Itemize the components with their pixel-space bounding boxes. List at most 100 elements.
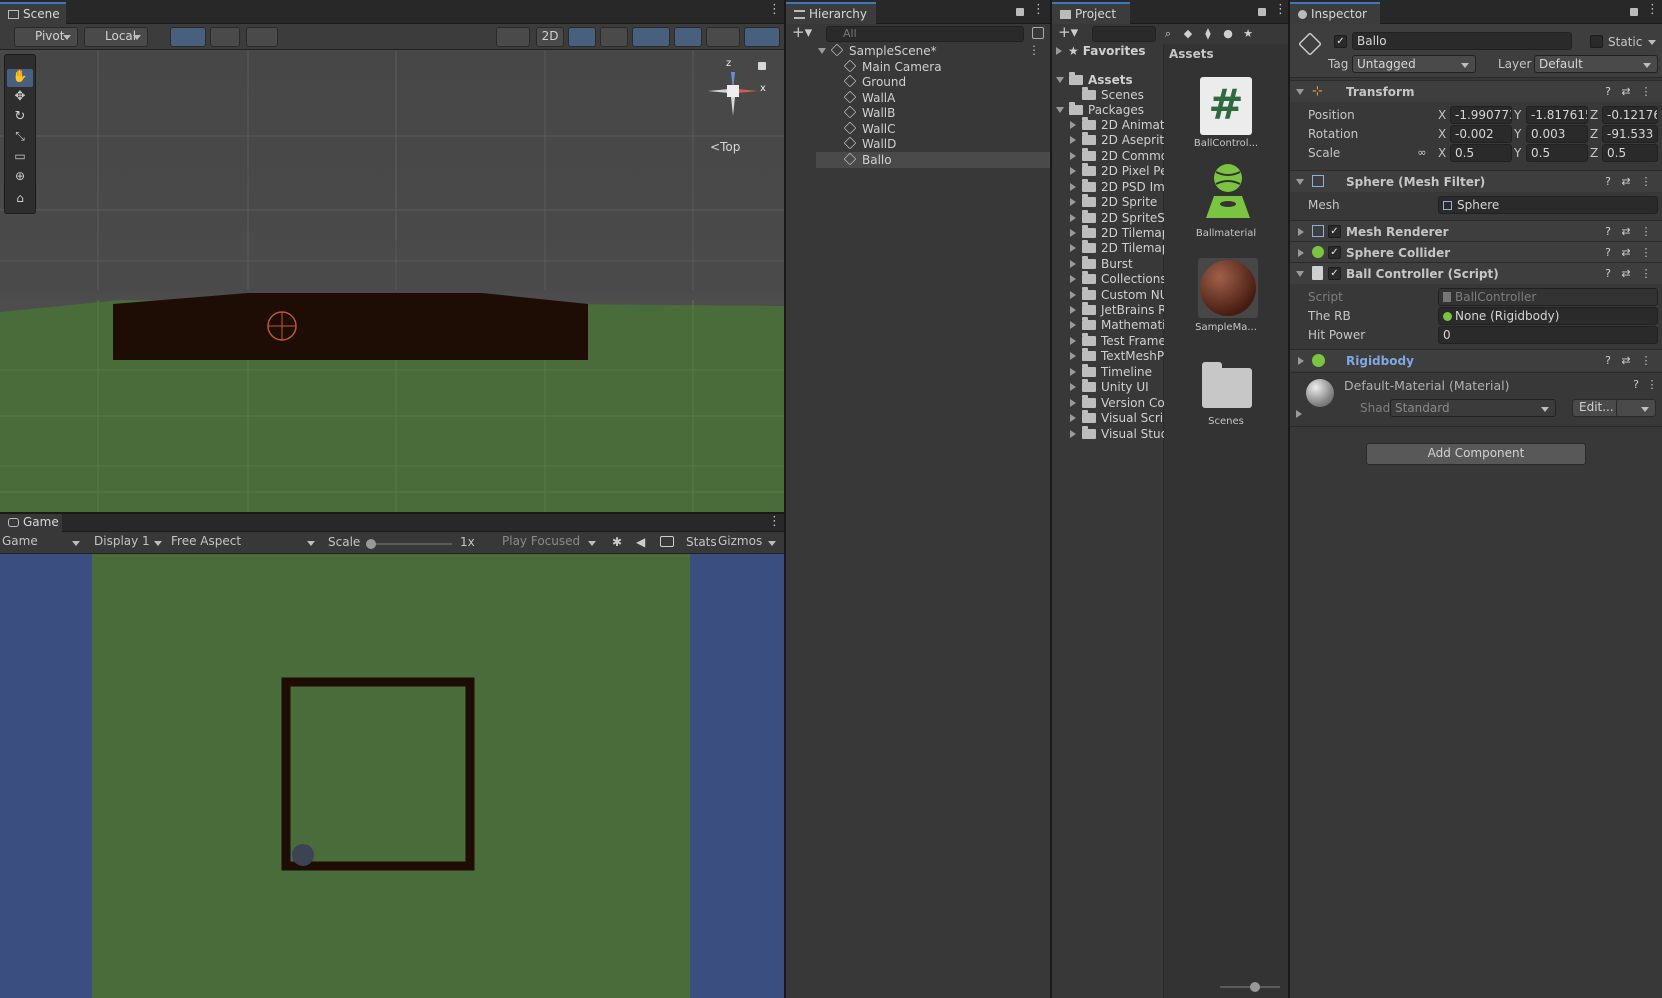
effects-toggle-button[interactable]	[632, 27, 670, 47]
collapse-arrow-icon[interactable]	[1298, 357, 1304, 365]
package-row[interactable]: TextMeshPr	[1070, 348, 1169, 365]
move-tool-button[interactable]: ✥	[7, 89, 33, 107]
game-menu-icon[interactable]: ⋮	[768, 515, 781, 532]
lighting-toggle-button[interactable]	[568, 27, 596, 47]
collapse-arrow-icon[interactable]	[1070, 383, 1076, 391]
rotate-tool-button[interactable]: ↻	[7, 109, 33, 127]
mesh-renderer-header[interactable]: ✓ Mesh Renderer ? ⇄ ⋮	[1290, 220, 1662, 242]
icon-size-slider[interactable]	[1220, 982, 1280, 992]
help-icon[interactable]: ?	[1602, 226, 1614, 238]
icon-size-slider-handle[interactable]	[1250, 982, 1260, 992]
rect-tool-button[interactable]: ▭	[7, 149, 33, 167]
collapse-arrow-icon[interactable]	[1070, 229, 1076, 237]
gizmos-toggle-button[interactable]	[744, 27, 780, 47]
collapse-arrow-icon[interactable]	[1070, 321, 1076, 329]
collapse-arrow-icon[interactable]	[1070, 244, 1076, 252]
collapse-arrow-icon[interactable]	[1070, 167, 1076, 175]
add-component-button[interactable]: Add Component	[1366, 443, 1586, 465]
active-checkbox[interactable]: ✓	[1334, 35, 1347, 48]
sphere-collider-enabled-checkbox[interactable]: ✓	[1328, 246, 1341, 259]
position-z-field[interactable]: -0.121769	[1602, 106, 1658, 124]
preset-icon[interactable]: ⇄	[1620, 226, 1632, 238]
ball-controller-enabled-checkbox[interactable]: ✓	[1328, 267, 1341, 280]
increment-snap-button[interactable]	[246, 27, 278, 47]
gizmos-dropdown[interactable]: Gizmos	[718, 534, 782, 552]
favorites-row[interactable]: ★ Favorites	[1056, 44, 1145, 60]
component-menu-icon[interactable]: ⋮	[1640, 355, 1652, 367]
component-menu-icon[interactable]: ⋮	[1640, 226, 1652, 238]
keyboard-icon[interactable]	[660, 536, 674, 547]
component-menu-icon[interactable]: ⋮	[1646, 379, 1658, 391]
grid-item-ballmaterial[interactable]: Ballmaterial	[1164, 162, 1288, 262]
tab-hierarchy[interactable]: Hierarchy	[786, 2, 876, 24]
hierarchy-scene-row[interactable]: SampleScene* ⋮	[818, 43, 1050, 60]
help-icon[interactable]: ?	[1602, 86, 1614, 98]
package-row[interactable]: Collections	[1070, 271, 1167, 288]
hand-tool-button[interactable]: ✋	[7, 69, 33, 87]
collapse-arrow-icon[interactable]	[1070, 414, 1076, 422]
stats-button[interactable]: Stats	[686, 535, 717, 549]
preset-icon[interactable]: ⇄	[1620, 247, 1632, 259]
collapse-arrow-icon[interactable]	[1070, 368, 1076, 376]
hierarchy-menu-icon[interactable]: ⋮	[1032, 3, 1045, 20]
project-search-input[interactable]	[1092, 26, 1156, 42]
play-focused-dropdown[interactable]: Play Focused	[502, 534, 602, 552]
bug-icon[interactable]: ✱	[612, 535, 626, 549]
preset-icon[interactable]: ⇄	[1620, 268, 1632, 280]
hierarchy-add-button[interactable]: +▾	[792, 25, 818, 41]
package-row[interactable]: Unity UI	[1070, 379, 1149, 396]
mesh-renderer-enabled-checkbox[interactable]: ✓	[1328, 225, 1341, 238]
tab-game[interactable]: Game	[0, 514, 62, 532]
collapse-arrow-icon[interactable]	[1070, 430, 1076, 438]
tag-dropdown[interactable]: Untagged	[1352, 55, 1476, 73]
hierarchy-item-wallc[interactable]: WallC	[843, 121, 896, 138]
expand-arrow-icon[interactable]	[818, 48, 826, 54]
audio-mute-icon[interactable]: ◀	[636, 535, 650, 549]
game-viewport[interactable]	[0, 554, 784, 998]
grid-item-scenes[interactable]: Scenes	[1164, 350, 1288, 450]
sphere-collider-header[interactable]: ✓ Sphere Collider ? ⇄ ⋮	[1290, 241, 1662, 263]
component-menu-icon[interactable]: ⋮	[1640, 86, 1652, 98]
transform-tool-button[interactable]: ⊕	[7, 169, 33, 187]
help-icon[interactable]: ?	[1630, 379, 1642, 391]
rotation-x-field[interactable]: -0.002	[1450, 125, 1512, 143]
scale-y-field[interactable]: 0.5	[1526, 144, 1588, 162]
hierarchy-item-ballo[interactable]: Ballo	[843, 152, 892, 169]
collapse-arrow-icon[interactable]	[1070, 399, 1076, 407]
shader-options-dropdown[interactable]	[1616, 399, 1656, 417]
expand-arrow-icon[interactable]	[1056, 107, 1064, 113]
static-checkbox[interactable]	[1590, 35, 1603, 48]
rotation-z-field[interactable]: -91.533	[1602, 125, 1658, 143]
help-icon[interactable]: ?	[1602, 355, 1614, 367]
scale-slider[interactable]	[366, 539, 452, 549]
gizmo-view-label[interactable]: <Top	[710, 140, 740, 154]
hierarchy-item-main-camera[interactable]: Main Camera	[843, 59, 942, 76]
tab-project[interactable]: Project	[1052, 2, 1130, 24]
help-icon[interactable]: ?	[1602, 268, 1614, 280]
toggle-2d-button[interactable]: 2D	[536, 27, 564, 47]
package-row[interactable]: 2D Aseprite	[1070, 132, 1172, 149]
hierarchy-filter-icon[interactable]	[1032, 27, 1044, 39]
grid-visibility-button[interactable]	[210, 27, 240, 47]
collapse-arrow-icon[interactable]	[1070, 136, 1076, 144]
grid-snap-button[interactable]	[170, 27, 206, 47]
scale-z-field[interactable]: 0.5	[1602, 144, 1658, 162]
package-row[interactable]: Visual Studi	[1070, 426, 1172, 443]
expand-arrow-icon[interactable]	[1296, 89, 1304, 95]
scene-row-menu-icon[interactable]: ⋮	[1028, 43, 1040, 57]
collapse-arrow-icon[interactable]	[1070, 198, 1076, 206]
component-menu-icon[interactable]: ⋮	[1640, 247, 1652, 259]
expand-arrow-icon[interactable]	[1296, 271, 1304, 277]
package-row[interactable]: Mathematic	[1070, 317, 1172, 334]
camera-settings-button[interactable]	[706, 27, 740, 47]
rotation-y-field[interactable]: 0.003	[1526, 125, 1588, 143]
display-dropdown[interactable]: Display 1	[94, 534, 168, 552]
project-menu-icon[interactable]: ⋮	[1274, 3, 1287, 20]
shading-mode-button[interactable]	[496, 27, 530, 47]
help-icon[interactable]: ?	[1602, 247, 1614, 259]
collapse-arrow-icon[interactable]	[1070, 152, 1076, 160]
pivot-dropdown[interactable]: Pivot	[14, 27, 78, 47]
hierarchy-search-input[interactable]: All	[826, 26, 1024, 42]
preset-icon[interactable]: ⇄	[1620, 176, 1632, 188]
tab-scene[interactable]: Scene	[0, 2, 66, 24]
